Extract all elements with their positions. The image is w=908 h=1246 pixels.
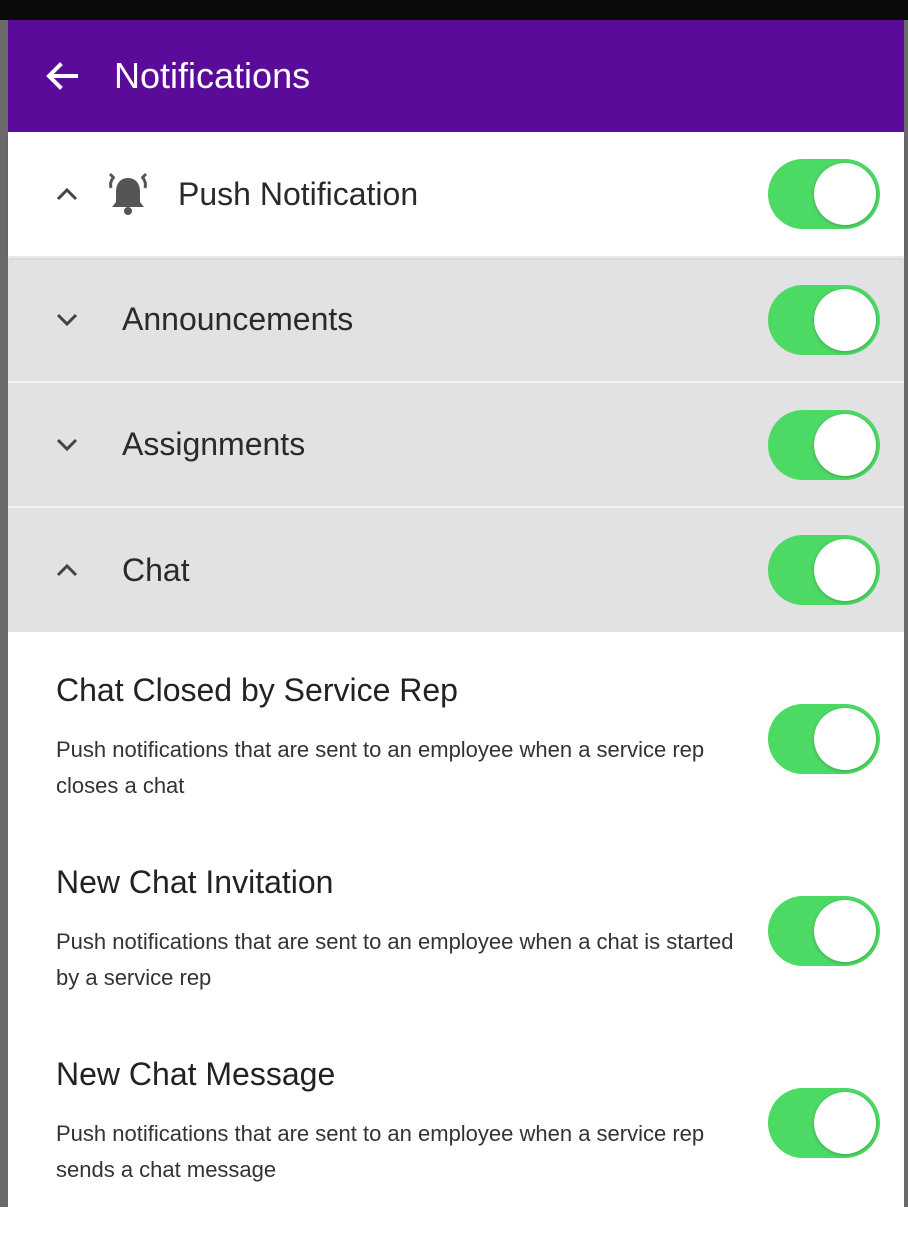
status-bar-strip [0, 0, 908, 20]
chat-closed-toggle[interactable] [768, 704, 880, 774]
toggle-knob [814, 900, 876, 962]
section-label: Assignments [122, 426, 306, 462]
announcements-toggle[interactable] [768, 284, 880, 355]
section-label: Chat [122, 551, 190, 588]
item-description: Push notifications that are sent to an e… [56, 737, 705, 798]
toggle-knob [814, 163, 876, 225]
item-description: Push notifications that are sent to an e… [56, 1121, 705, 1182]
toggle-knob [814, 539, 876, 601]
arrow-left-icon [46, 62, 78, 90]
new-chat-message-toggle[interactable] [768, 1088, 880, 1158]
section-label: Announcements [122, 301, 354, 337]
window-left-edge [0, 20, 8, 1207]
list-item: New Chat Invitation Push notifications t… [8, 864, 904, 1054]
chevron-up-icon[interactable] [52, 179, 82, 209]
toggle-knob [814, 288, 876, 351]
toggle-knob [814, 1092, 876, 1154]
chat-toggle[interactable] [768, 535, 880, 605]
section-announcements[interactable]: Announcements [8, 258, 904, 381]
assignments-toggle[interactable] [768, 409, 880, 480]
toggle-knob [814, 708, 876, 770]
new-chat-invitation-toggle[interactable] [768, 896, 880, 966]
chevron-down-icon[interactable] [52, 305, 82, 335]
back-button[interactable] [30, 44, 94, 108]
toggle-knob [814, 413, 876, 476]
list-item: Chat Closed by Service Rep Push notifica… [8, 672, 904, 862]
push-notification-row[interactable]: Push Notification [8, 132, 904, 256]
page-title: Notifications [114, 55, 311, 96]
section-chat[interactable]: Chat [8, 508, 904, 632]
window-right-edge [904, 20, 908, 1207]
item-title: New Chat Invitation [56, 864, 334, 900]
push-notification-toggle[interactable] [768, 159, 880, 229]
chevron-down-icon[interactable] [52, 430, 82, 460]
item-title: Chat Closed by Service Rep [56, 672, 458, 708]
section-assignments[interactable]: Assignments [8, 383, 904, 506]
item-title: New Chat Message [56, 1056, 336, 1092]
bell-ringing-icon [106, 170, 150, 218]
app-bar: Notifications [8, 20, 904, 132]
push-notification-label: Push Notification [178, 175, 419, 212]
item-description: Push notifications that are sent to an e… [56, 929, 734, 990]
list-item: New Chat Message Push notifications that… [8, 1056, 904, 1246]
chevron-up-icon[interactable] [52, 555, 82, 585]
